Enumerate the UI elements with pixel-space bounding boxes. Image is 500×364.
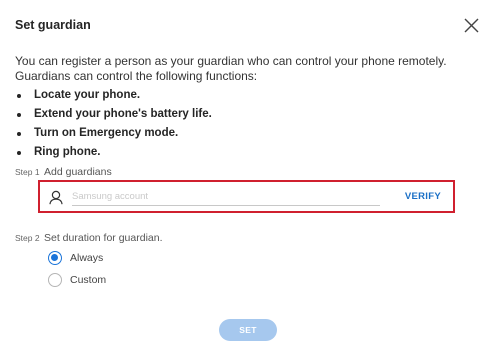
close-icon	[464, 18, 479, 33]
samsung-account-input[interactable]	[72, 189, 380, 206]
intro-line-2: Guardians can control the following func…	[15, 69, 258, 83]
person-icon	[49, 190, 63, 205]
duration-option-label: Always	[70, 252, 104, 264]
duration-option-always[interactable]: Always	[48, 251, 103, 265]
dialog-title: Set guardian	[15, 18, 91, 32]
intro-line-1: You can register a person as your guardi…	[15, 54, 447, 68]
step-1-number: Step 1	[15, 167, 40, 177]
step-2-number: Step 2	[15, 233, 40, 243]
set-guardian-dialog: Set guardian You can register a person a…	[0, 0, 500, 364]
intro-text: You can register a person as your guardi…	[15, 54, 485, 84]
function-item: Locate your phone.	[15, 86, 212, 105]
step-2-label: Set duration for guardian.	[44, 232, 163, 244]
verify-button[interactable]: VERIFY	[405, 191, 441, 202]
set-button[interactable]: SET	[219, 319, 277, 341]
function-item: Ring phone.	[15, 143, 212, 162]
radio-button-checked[interactable]	[48, 251, 62, 265]
function-item: Turn on Emergency mode.	[15, 124, 212, 143]
guardian-functions-list: Locate your phone. Extend your phone's b…	[15, 86, 212, 162]
close-button[interactable]	[462, 16, 482, 36]
duration-option-custom[interactable]: Custom	[48, 273, 106, 287]
step-1-label: Add guardians	[44, 166, 112, 178]
step-1-header: Step 1 Add guardians	[15, 166, 112, 178]
radio-button-unchecked[interactable]	[48, 273, 62, 287]
add-guardian-field-box: VERIFY	[38, 180, 455, 213]
function-item: Extend your phone's battery life.	[15, 105, 212, 124]
step-2-header: Step 2 Set duration for guardian.	[15, 232, 163, 244]
duration-option-label: Custom	[70, 274, 107, 286]
